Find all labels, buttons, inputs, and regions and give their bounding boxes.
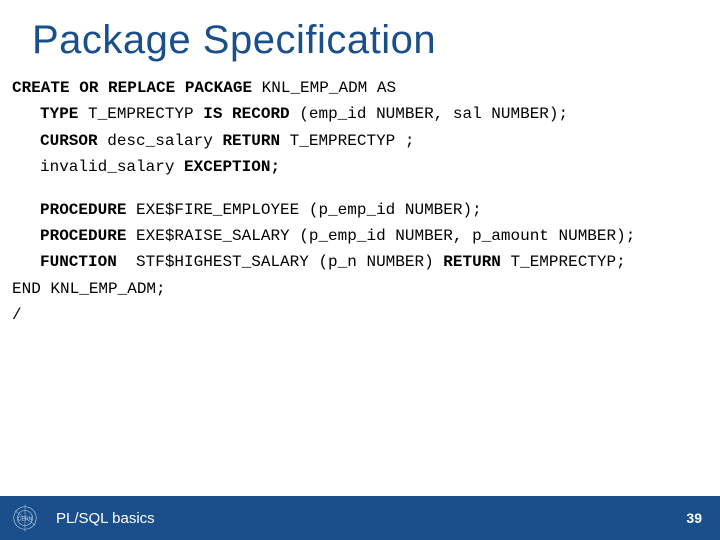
footer: CERN PL/SQL basics 39 (0, 496, 720, 540)
code-block: CREATE OR REPLACE PACKAGE KNL_EMP_ADM AS… (0, 73, 720, 496)
cern-logo-icon: CERN (10, 503, 40, 533)
slide: Package Specification CREATE OR REPLACE … (0, 0, 720, 540)
page-title: Package Specification (0, 0, 720, 73)
page-number: 39 (686, 510, 702, 526)
svg-text:CERN: CERN (18, 516, 33, 522)
footer-title: PL/SQL basics (56, 510, 686, 527)
